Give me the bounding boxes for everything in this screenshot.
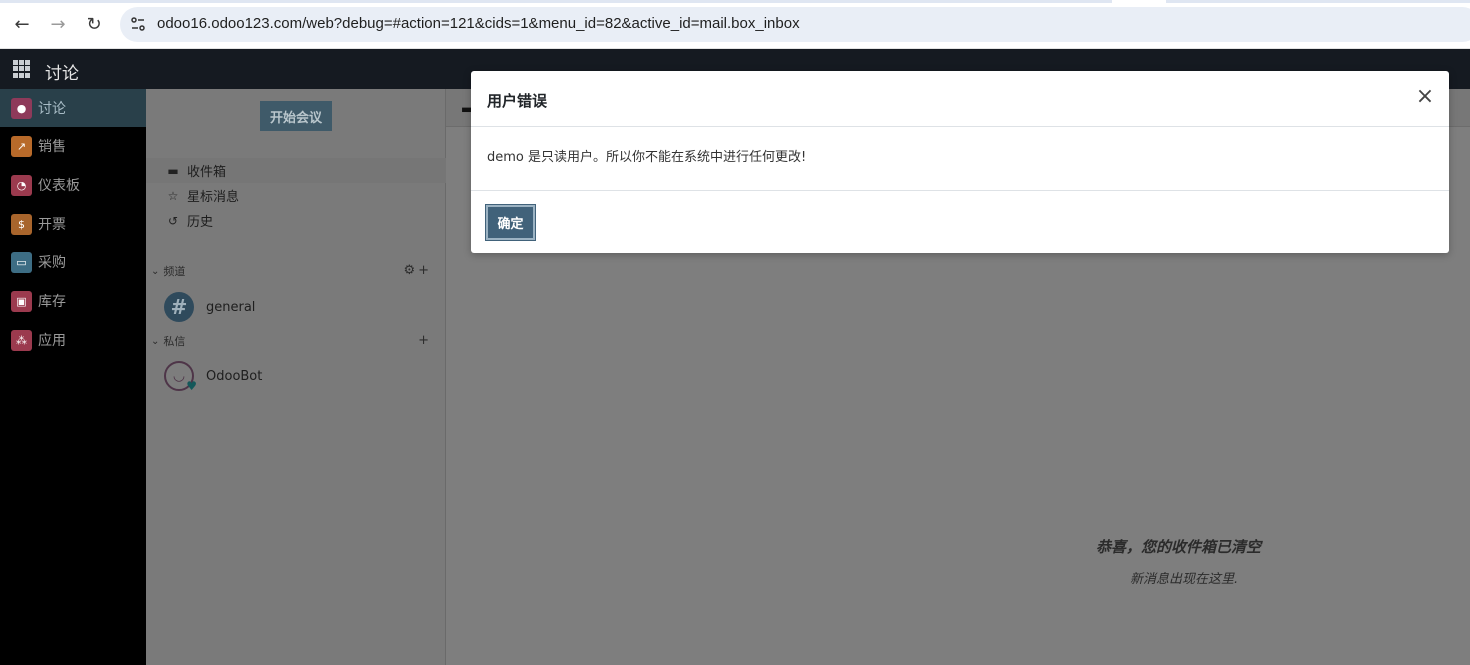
menu-item-purchase[interactable]: ▭ 采购 xyxy=(0,243,146,281)
menu-item-label: 采购 xyxy=(38,255,66,271)
dialog-header: 用户错误 × xyxy=(471,71,1449,127)
direct-messages-category[interactable]: ⌄ 私信 + xyxy=(146,331,446,351)
menu-item-inventory[interactable]: ▣ 库存 xyxy=(0,282,146,320)
history-icon: ↺ xyxy=(167,213,179,228)
dashboard-icon: ◔ xyxy=(11,174,32,196)
dialog-title: 用户错误 xyxy=(487,92,548,110)
dialog-body: demo 是只读用户。所以你不能在系统中进行任何更改! xyxy=(471,127,1449,191)
heart-icon: ♥ xyxy=(186,379,197,393)
reload-icon[interactable]: ↻ xyxy=(83,13,105,35)
chevron-down-icon[interactable]: ⌄ xyxy=(151,336,159,347)
invoice-icon: $ xyxy=(11,213,32,235)
channel-name: general xyxy=(206,299,256,315)
mailbox-label: 历史 xyxy=(187,215,214,230)
browser-toolbar: ← → ↻ odoo16.odoo123.com/web?debug=#acti… xyxy=(0,0,1470,49)
site-settings-icon[interactable] xyxy=(130,16,146,32)
mailbox-label: 星标消息 xyxy=(187,190,240,205)
card-icon: ▭ xyxy=(11,251,32,273)
avatar: ◡ ♥ xyxy=(164,361,197,393)
star-icon: ☆ xyxy=(167,188,179,203)
chart-icon: ↗ xyxy=(11,135,32,157)
menu-item-label: 销售 xyxy=(38,139,66,155)
menu-item-label: 讨论 xyxy=(38,101,66,117)
hash-icon: # xyxy=(164,292,194,322)
gear-icon[interactable]: ⚙ xyxy=(403,263,418,278)
menu-item-invoicing[interactable]: $ 开票 xyxy=(0,205,146,243)
discuss-sidebar: 开始会议 ▬ 收件箱 ☆ 星标消息 ↺ 历史 ⌄ 频道 ⚙+ # general… xyxy=(146,89,446,665)
ok-button[interactable]: 确定 xyxy=(486,205,535,240)
empty-inbox-title: 恭喜，您的收件箱已清空 xyxy=(1096,538,1262,556)
channel-item[interactable]: # general xyxy=(146,290,446,324)
add-chat-icon[interactable]: + xyxy=(418,333,432,348)
url-text[interactable]: odoo16.odoo123.com/web?debug=#action=121… xyxy=(157,15,800,32)
mailbox-inbox[interactable]: ▬ 收件箱 xyxy=(146,158,446,183)
category-label: 频道 xyxy=(163,265,186,278)
app-sidebar: ● 讨论 ↗ 销售 ◔ 仪表板 $ 开票 ▭ 采购 ▣ 库存 ⁂ 应用 xyxy=(0,89,146,665)
forward-icon[interactable]: → xyxy=(47,13,69,35)
close-icon[interactable]: × xyxy=(1415,86,1435,108)
empty-inbox-subtitle: 新消息出现在这里. xyxy=(1130,572,1239,587)
start-meeting-button[interactable]: 开始会议 xyxy=(260,101,332,131)
mailbox-label: 收件箱 xyxy=(187,165,227,180)
menu-item-dashboard[interactable]: ◔ 仪表板 xyxy=(0,166,146,204)
menu-item-label: 应用 xyxy=(38,333,66,349)
menu-item-label: 库存 xyxy=(38,294,66,310)
menu-item-label: 开票 xyxy=(38,217,66,233)
menu-item-apps[interactable]: ⁂ 应用 xyxy=(0,321,146,359)
mailbox-starred[interactable]: ☆ 星标消息 xyxy=(146,183,446,208)
box-icon: ▣ xyxy=(11,290,32,312)
address-bar[interactable]: odoo16.odoo123.com/web?debug=#action=121… xyxy=(120,7,1470,42)
dialog-footer: 确定 xyxy=(471,192,1449,253)
chat-item[interactable]: ◡ ♥ OdooBot xyxy=(146,359,446,393)
menu-item-sales[interactable]: ↗ 销售 xyxy=(0,127,146,165)
menu-item-label: 仪表板 xyxy=(38,178,80,194)
user-error-dialog: 用户错误 × demo 是只读用户。所以你不能在系统中进行任何更改! 确定 xyxy=(471,71,1449,253)
category-label: 私信 xyxy=(163,335,186,348)
back-icon[interactable]: ← xyxy=(11,13,33,35)
mailbox-history[interactable]: ↺ 历史 xyxy=(146,208,446,233)
chevron-down-icon[interactable]: ⌄ xyxy=(151,266,159,277)
apps-icon: ⁂ xyxy=(11,329,32,351)
app-title[interactable]: 讨论 xyxy=(45,59,79,84)
app-menu-icon[interactable] xyxy=(13,60,31,78)
add-channel-icon[interactable]: + xyxy=(418,263,432,278)
tab-strip xyxy=(0,0,1470,3)
menu-item-discuss[interactable]: ● 讨论 xyxy=(0,89,146,127)
inbox-icon: ▬ xyxy=(167,163,179,178)
chat-name: OdooBot xyxy=(206,368,263,384)
chat-icon: ● xyxy=(11,97,32,119)
dialog-message: demo 是只读用户。所以你不能在系统中进行任何更改! xyxy=(487,150,807,165)
channels-category[interactable]: ⌄ 频道 ⚙+ xyxy=(146,261,446,281)
